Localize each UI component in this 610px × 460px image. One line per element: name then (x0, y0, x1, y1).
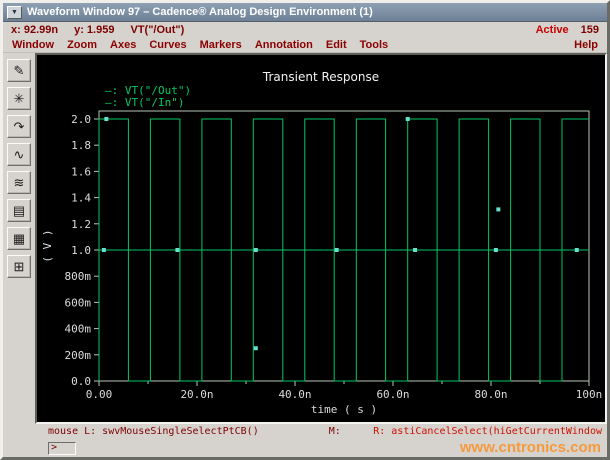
strip-chart-icon: ▤ (12, 202, 26, 218)
command-prompt[interactable]: > (48, 441, 76, 455)
pan-icon: ↷ (13, 118, 25, 134)
plot-area[interactable]: Transient Response –: VT("/Out") –: VT("… (35, 53, 607, 424)
slope-marker-icon: ∿ (13, 146, 25, 162)
menu-item-zoom[interactable]: Zoom (67, 39, 97, 51)
status-m: M: (328, 426, 341, 437)
svg-text:80.0n: 80.0n (474, 388, 507, 401)
svg-text:2.0: 2.0 (71, 113, 91, 126)
active-count: 159 (580, 23, 599, 36)
subwindow-button[interactable]: ⊞ (7, 255, 31, 278)
status-r: R: astiCancelSelect(hiGetCurrentWindow (373, 426, 602, 437)
coordinate-readout-bar: x: 92.99n y: 1.959 VT("/Out") Active 159 (3, 22, 607, 37)
grid-icon: ▦ (12, 230, 26, 246)
pen-tool-button[interactable]: ✎ (7, 59, 31, 82)
selected-trace: VT("/Out") (130, 23, 185, 36)
waveform-icon: ≋ (13, 174, 25, 190)
active-label: Active (535, 23, 569, 36)
coords-x: x: 92.99n (11, 23, 59, 36)
menu-item-tools[interactable]: Tools (360, 39, 389, 51)
svg-text:20.0n: 20.0n (180, 388, 213, 401)
waveform-window: ▼ Waveform Window 97 – Cadence® Analog D… (0, 0, 610, 460)
menu-item-help[interactable]: Help (574, 39, 598, 51)
svg-text:800m: 800m (65, 270, 92, 283)
left-toolbar: ✎ ✳ ↷ ∿ ≋ ▤ ▦ ⊞ (3, 53, 35, 424)
svg-text:( V ): ( V ) (41, 229, 54, 262)
menu-item-window[interactable]: Window (12, 39, 54, 51)
menu-bar: Window Zoom Axes Curves Markers Annotati… (3, 37, 607, 53)
svg-text:400m: 400m (65, 323, 92, 336)
svg-text:0.0: 0.0 (71, 375, 91, 388)
coords-y: y: 1.959 (74, 23, 115, 36)
waveform-button[interactable]: ≋ (7, 171, 31, 194)
plot-canvas[interactable]: 0.0 200m 400m 600m 800m 1.0 1.2 1.4 1.6 1.8 2.0 0.0… (37, 55, 605, 422)
zoom-fit-icon: ✳ (13, 90, 25, 106)
svg-text:1.2: 1.2 (71, 218, 91, 231)
menu-item-axes[interactable]: Axes (110, 39, 136, 51)
window-menu-icon: ▼ (11, 8, 18, 16)
svg-text:1.6: 1.6 (71, 165, 91, 178)
svg-text:0.00: 0.00 (86, 388, 113, 401)
svg-text:60.0n: 60.0n (376, 388, 409, 401)
svg-text:200m: 200m (65, 349, 92, 362)
slope-marker-button[interactable]: ∿ (7, 143, 31, 166)
status-bar: mouse L: swvMouseSingleSelectPtCB() M: R… (3, 424, 607, 439)
zoom-fit-button[interactable]: ✳ (7, 87, 31, 110)
svg-text:100n: 100n (576, 388, 603, 401)
grid-button[interactable]: ▦ (7, 227, 31, 250)
main-area: ✎ ✳ ↷ ∿ ≋ ▤ ▦ ⊞ Transient Response –: VT… (3, 53, 607, 424)
window-titlebar: ▼ Waveform Window 97 – Cadence® Analog D… (3, 3, 607, 22)
pen-icon: ✎ (13, 62, 25, 78)
window-title: Waveform Window 97 – Cadence® Analog Des… (27, 6, 373, 18)
window-menu-button[interactable]: ▼ (7, 5, 22, 19)
svg-text:1.8: 1.8 (71, 139, 91, 152)
svg-text:1.4: 1.4 (71, 192, 91, 205)
menu-item-curves[interactable]: Curves (149, 39, 186, 51)
status-mouse-l: mouse L: swvMouseSingleSelectPtCB() (48, 426, 259, 437)
svg-text:40.0n: 40.0n (278, 388, 311, 401)
svg-text:time ( s ): time ( s ) (311, 403, 377, 416)
strip-chart-button[interactable]: ▤ (7, 199, 31, 222)
svg-text:600m: 600m (65, 296, 92, 309)
menu-item-markers[interactable]: Markers (200, 39, 242, 51)
subwindow-icon: ⊞ (13, 258, 25, 274)
pan-button[interactable]: ↷ (7, 115, 31, 138)
menu-item-annotation[interactable]: Annotation (255, 39, 313, 51)
menu-item-edit[interactable]: Edit (326, 39, 347, 51)
prompt-bar: > (3, 439, 607, 457)
svg-text:1.0: 1.0 (71, 244, 91, 257)
